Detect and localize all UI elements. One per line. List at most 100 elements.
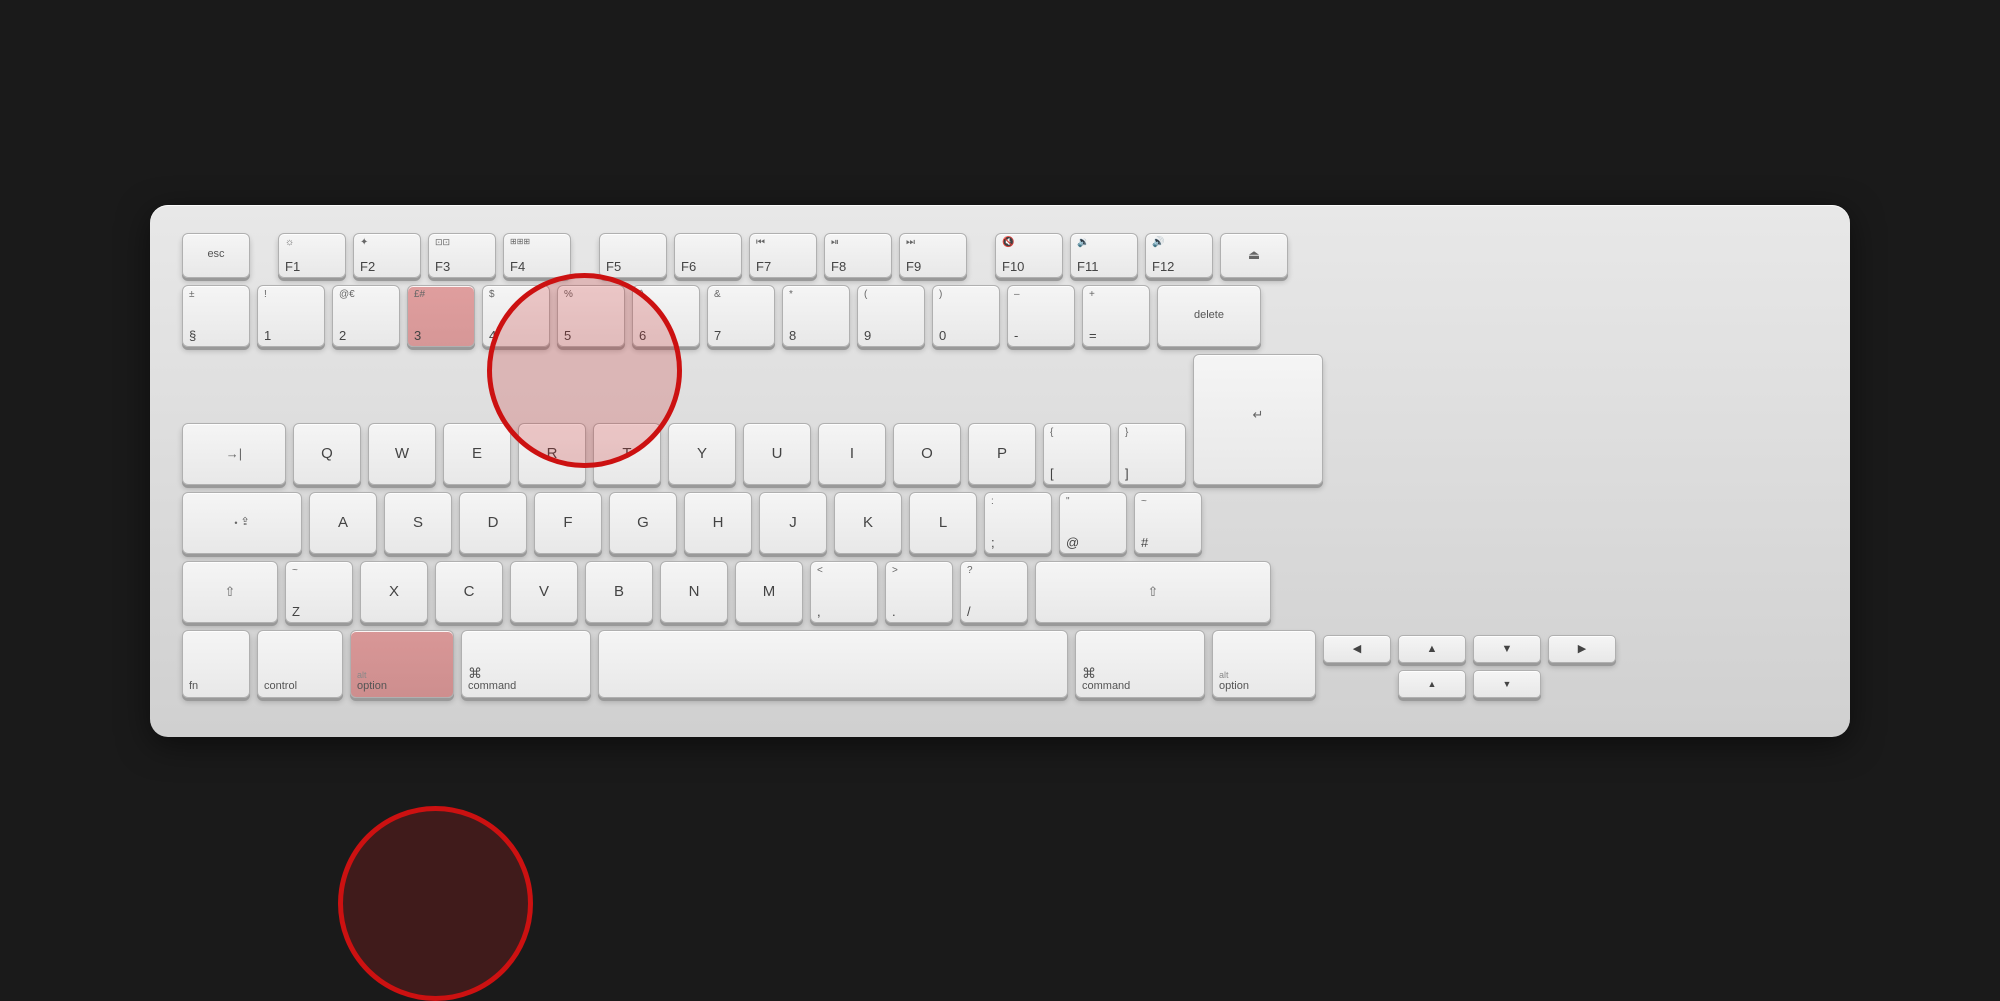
key-l-label: L (939, 514, 947, 531)
key-f4[interactable]: ⊞⊞⊞ F4 (503, 233, 571, 278)
key-command-right[interactable]: ⌘ command (1075, 630, 1205, 698)
key-return[interactable]: ↵ (1193, 354, 1323, 485)
key-arrow-down-bottom[interactable]: ▼ (1473, 670, 1541, 698)
key-k[interactable]: K (834, 492, 902, 554)
key-arrow-up[interactable]: ▲ (1398, 635, 1466, 663)
key-f8[interactable]: ⏯ F8 (824, 233, 892, 278)
key-a[interactable]: A (309, 492, 377, 554)
key-f[interactable]: F (534, 492, 602, 554)
key-f5[interactable]: F5 (599, 233, 667, 278)
key-n[interactable]: N (660, 561, 728, 623)
key-right-icon: ▶ (1549, 636, 1615, 662)
key-i[interactable]: I (818, 423, 886, 485)
key-r[interactable]: R (518, 423, 586, 485)
key-x[interactable]: X (360, 561, 428, 623)
key-down-icon-b: ▼ (1474, 671, 1540, 697)
key-space[interactable] (598, 630, 1068, 698)
key-rshift[interactable]: ⇧ (1035, 561, 1271, 623)
key-section[interactable]: ± § (182, 285, 250, 347)
key-h-label: H (713, 514, 724, 531)
key-d-label: D (488, 514, 499, 531)
key-9-bottom: 9 (864, 329, 871, 342)
key-rbracket-bottom: ] (1125, 467, 1129, 480)
key-f1[interactable]: ☼ F1 (278, 233, 346, 278)
key-lbracket[interactable]: { [ (1043, 423, 1111, 485)
key-9[interactable]: ( 9 (857, 285, 925, 347)
key-f10[interactable]: 🔇 F10 (995, 233, 1063, 278)
zxcv-row: ⇧ ~ Z X C V B N (182, 561, 1818, 623)
key-lshift[interactable]: ⇧ (182, 561, 278, 623)
key-period[interactable]: > . (885, 561, 953, 623)
key-j[interactable]: J (759, 492, 827, 554)
key-arrow-down-top[interactable]: ▼ (1473, 635, 1541, 663)
key-caps[interactable]: • ⇪ (182, 492, 302, 554)
key-slash[interactable]: ? / (960, 561, 1028, 623)
key-5[interactable]: % 5 (557, 285, 625, 347)
key-t[interactable]: T (593, 423, 661, 485)
key-semicolon[interactable]: : ; (984, 492, 1052, 554)
key-option-right-alt: alt (1219, 671, 1229, 680)
key-d[interactable]: D (459, 492, 527, 554)
key-e[interactable]: E (443, 423, 511, 485)
key-comma[interactable]: < , (810, 561, 878, 623)
key-control[interactable]: control (257, 630, 343, 698)
key-5-top: % (564, 290, 573, 300)
key-left-icon: ◀ (1324, 636, 1390, 662)
key-l[interactable]: L (909, 492, 977, 554)
key-hash-bottom: # (1141, 536, 1148, 549)
key-4[interactable]: $ 4 (482, 285, 550, 347)
key-6[interactable]: ^ 6 (632, 285, 700, 347)
key-f12[interactable]: 🔊 F12 (1145, 233, 1213, 278)
key-rbracket[interactable]: } ] (1118, 423, 1186, 485)
key-delete[interactable]: delete (1157, 285, 1261, 347)
key-fn[interactable]: fn (182, 630, 250, 698)
key-f11[interactable]: 🔉 F11 (1070, 233, 1138, 278)
key-equals-top: + (1089, 290, 1095, 300)
key-1[interactable]: ! 1 (257, 285, 325, 347)
key-f3[interactable]: ⊡⊡ F3 (428, 233, 496, 278)
key-m[interactable]: M (735, 561, 803, 623)
key-option-left[interactable]: alt option (350, 630, 454, 698)
key-tab[interactable]: →| (182, 423, 286, 485)
key-f2[interactable]: ✦ F2 (353, 233, 421, 278)
key-7[interactable]: & 7 (707, 285, 775, 347)
key-b[interactable]: B (585, 561, 653, 623)
key-eject[interactable]: ⏏ (1220, 233, 1288, 278)
key-7-top: & (714, 290, 721, 300)
key-s[interactable]: S (384, 492, 452, 554)
key-q[interactable]: Q (293, 423, 361, 485)
key-2-bottom: 2 (339, 329, 346, 342)
key-f7-icon: ⏮ (756, 238, 765, 248)
key-v[interactable]: V (510, 561, 578, 623)
key-command-left[interactable]: ⌘ command (461, 630, 591, 698)
key-y[interactable]: Y (668, 423, 736, 485)
key-quote[interactable]: " @ (1059, 492, 1127, 554)
key-arrow-up-bottom[interactable]: ▲ (1398, 670, 1466, 698)
key-comma-bottom: , (817, 605, 821, 618)
key-g[interactable]: G (609, 492, 677, 554)
key-c[interactable]: C (435, 561, 503, 623)
key-0[interactable]: ) 0 (932, 285, 1000, 347)
key-w[interactable]: W (368, 423, 436, 485)
key-minus[interactable]: – - (1007, 285, 1075, 347)
key-z[interactable]: ~ Z (285, 561, 353, 623)
key-option-right[interactable]: alt option (1212, 630, 1316, 698)
qwerty-row: →| Q W E R T Y U I (182, 354, 1818, 485)
key-equals[interactable]: + = (1082, 285, 1150, 347)
key-arrow-left[interactable]: ◀ (1323, 635, 1391, 663)
key-3[interactable]: £# 3 (407, 285, 475, 347)
key-f7[interactable]: ⏮ F7 (749, 233, 817, 278)
key-h[interactable]: H (684, 492, 752, 554)
key-hash[interactable]: ~ # (1134, 492, 1202, 554)
key-p[interactable]: P (968, 423, 1036, 485)
key-f8-label: F8 (831, 260, 846, 273)
key-u[interactable]: U (743, 423, 811, 485)
key-f6[interactable]: F6 (674, 233, 742, 278)
key-8[interactable]: * 8 (782, 285, 850, 347)
key-o[interactable]: O (893, 423, 961, 485)
key-arrow-right[interactable]: ▶ (1548, 635, 1616, 663)
key-2[interactable]: @€ 2 (332, 285, 400, 347)
key-z-top: ~ (292, 566, 298, 576)
key-f9[interactable]: ⏭ F9 (899, 233, 967, 278)
key-esc[interactable]: esc (182, 233, 250, 278)
